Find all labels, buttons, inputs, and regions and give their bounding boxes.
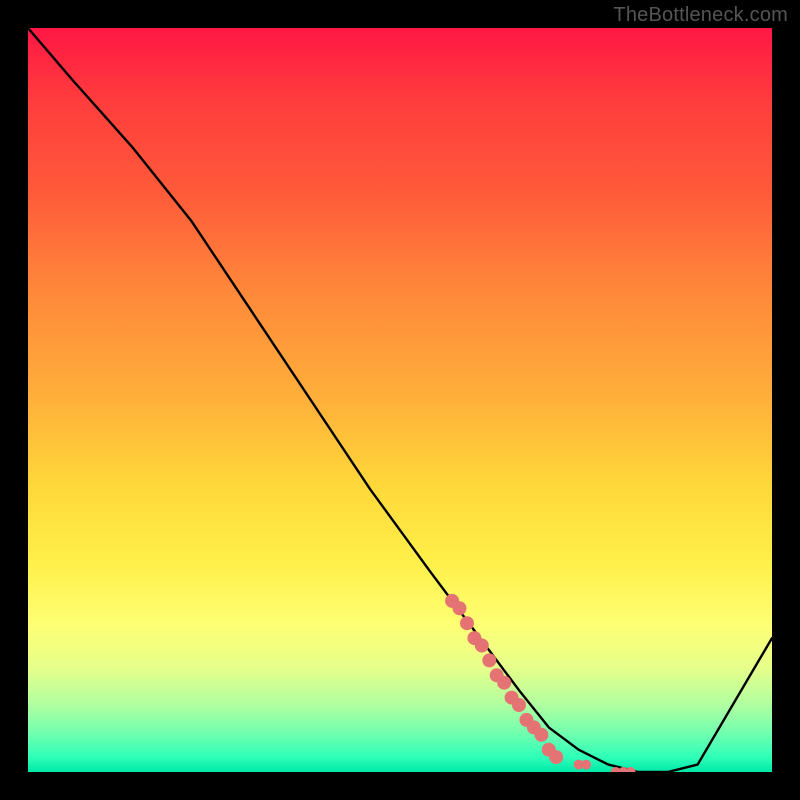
highlight-dot [482,653,496,667]
highlight-dots [445,594,635,772]
highlight-dot [581,760,591,770]
highlight-dot [497,676,511,690]
series-curve [28,28,772,772]
watermark-label: TheBottleneck.com [613,4,788,27]
highlight-dot [453,601,467,615]
highlight-dot [626,767,636,772]
highlight-dot [512,698,526,712]
highlight-dot [475,639,489,653]
highlight-dot [549,750,563,764]
highlight-dot [534,728,548,742]
plot-area [28,28,772,772]
chart-svg [28,28,772,772]
chart-container: TheBottleneck.com [0,0,800,800]
highlight-dot [460,616,474,630]
